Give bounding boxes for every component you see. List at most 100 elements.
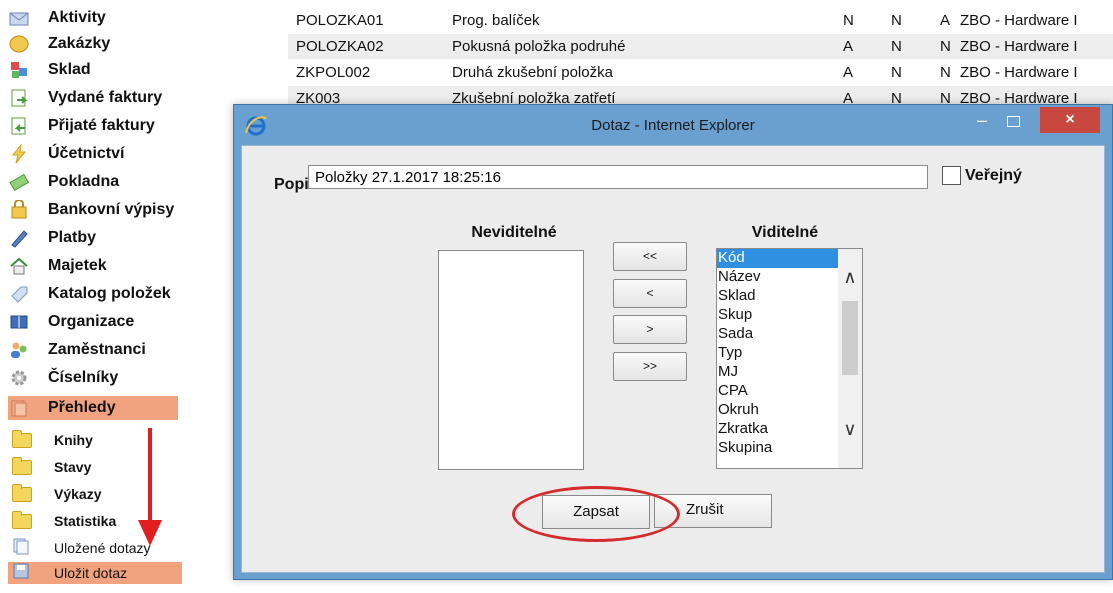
envelope-icon — [8, 7, 30, 29]
sub-item-label: Statistika — [54, 513, 117, 529]
nav-item-label: Organizace — [48, 313, 135, 330]
cell-flag: N — [843, 12, 854, 29]
nav-item-bankovni-vypisy[interactable]: Bankovní výpisy — [8, 198, 180, 222]
cell-flag: N — [940, 38, 951, 55]
nav-item-sklad[interactable]: Sklad — [8, 58, 180, 82]
move-left-button[interactable]: < — [613, 279, 687, 308]
cell-flag: A — [843, 38, 854, 55]
visible-columns-title: Viditelné — [751, 224, 819, 241]
list-item[interactable]: Kód — [717, 249, 838, 268]
sub-item-ulozene-dotazy[interactable]: Uložené dotazy — [12, 537, 151, 560]
nav-item-prehledy[interactable]: Přehledy — [8, 396, 178, 420]
visible-columns-list[interactable]: Kód Název Sklad Skup Sada Typ MJ CPA Okr… — [716, 248, 863, 469]
nav-item-label: Majetek — [48, 257, 107, 274]
cell-flag: A — [843, 64, 854, 81]
table-row[interactable]: POLOZKA02 Pokusná položka podruhé A N N … — [288, 34, 1113, 59]
annotation-arrow — [148, 428, 152, 526]
move-all-left-button[interactable]: << — [613, 242, 687, 271]
saved-queries-icon — [12, 537, 30, 560]
sub-item-statistika[interactable]: Statistika — [12, 510, 116, 532]
nav-item-label: Zaměstnanci — [48, 341, 146, 358]
maximize-button[interactable] — [1002, 111, 1024, 133]
public-label: Veřejný — [965, 167, 1022, 184]
annotation-arrow-head — [138, 520, 162, 546]
scrollbar-thumb[interactable] — [842, 301, 858, 375]
invisible-columns-list[interactable] — [438, 250, 584, 470]
cash-icon — [8, 171, 30, 193]
chevron-up-icon[interactable]: ∧ — [841, 267, 859, 287]
popis-input[interactable] — [308, 165, 928, 189]
nav-item-organizace[interactable]: Organizace — [8, 310, 180, 334]
nav-item-ciselniky[interactable]: Číselníky — [8, 366, 180, 390]
house-icon — [8, 255, 30, 277]
cell-flag: A — [940, 12, 951, 29]
cell-name: Pokusná položka podruhé — [452, 38, 626, 55]
nav-item-label: Platby — [48, 229, 97, 246]
cancel-label: Zrušit — [686, 501, 724, 518]
nav-item-zakazky[interactable]: Zakázky — [8, 32, 180, 56]
folder-icon — [12, 483, 32, 502]
sub-item-label: Uložené dotazy — [54, 540, 151, 556]
cell-code: POLOZKA01 — [296, 12, 384, 29]
folder-icon — [12, 510, 32, 529]
cell-group: ZBO - Hardware I — [960, 64, 1078, 81]
nav-item-vydane-faktury[interactable]: Vydané faktury — [8, 86, 180, 110]
nav-item-label: Přijaté faktury — [48, 117, 155, 134]
tag-icon — [8, 283, 30, 305]
cell-name: Druhá zkušební položka — [452, 64, 613, 81]
move-all-right-button[interactable]: >> — [613, 352, 687, 381]
cell-flag: N — [891, 64, 902, 81]
list-scrollbar[interactable]: ∧ ∨ — [838, 249, 862, 468]
public-checkbox[interactable] — [942, 166, 961, 185]
table-row[interactable]: POLOZKA01 Prog. balíček N N A ZBO - Hard… — [288, 8, 1113, 33]
sub-item-label: Výkazy — [54, 486, 102, 502]
sub-item-label: Stavy — [54, 459, 92, 475]
cell-flag: N — [891, 12, 902, 29]
chevron-down-icon[interactable]: ∨ — [841, 419, 859, 439]
cell-name: Prog. balíček — [452, 12, 540, 29]
invoice-out-icon — [8, 87, 30, 109]
nav-item-label: Přehledy — [48, 399, 116, 416]
query-dialog: Dotaz - Internet Explorer – × Popis: Veř… — [233, 104, 1113, 580]
nav-item-platby[interactable]: Platby — [8, 226, 180, 250]
nav-item-pokladna[interactable]: Pokladna — [8, 170, 180, 194]
nav-item-majetek[interactable]: Majetek — [8, 254, 180, 278]
nav-item-katalog-polozek[interactable]: Katalog položek — [8, 282, 180, 306]
nav-item-label: Katalog položek — [48, 285, 171, 302]
cell-code: POLOZKA02 — [296, 38, 384, 55]
maximize-icon — [1007, 116, 1020, 127]
sub-item-stavy[interactable]: Stavy — [12, 456, 91, 478]
sub-item-label: Knihy — [54, 432, 93, 448]
pen-icon — [8, 227, 30, 249]
nav-item-ucetnictvi[interactable]: Účetnictví — [8, 142, 180, 166]
sub-item-vykazy[interactable]: Výkazy — [12, 483, 101, 505]
navigation-panel: Aktivity Zakázky Sklad Vydané faktury Př… — [0, 0, 210, 593]
book-icon — [8, 311, 30, 333]
coins-icon — [8, 33, 30, 55]
sub-item-ulozit-dotaz[interactable]: Uložit dotaz — [8, 562, 182, 584]
nav-item-label: Aktivity — [48, 9, 106, 26]
sub-item-knihy[interactable]: Knihy — [12, 429, 93, 451]
nav-item-zamestnanci[interactable]: Zaměstnanci — [8, 338, 180, 362]
table-row[interactable]: ZKPOL002 Druhá zkušební položka A N N ZB… — [288, 60, 1113, 85]
gear-icon — [8, 367, 30, 389]
nav-item-label: Pokladna — [48, 173, 120, 190]
safe-icon — [8, 199, 30, 221]
dialog-titlebar[interactable]: Dotaz - Internet Explorer – × — [234, 105, 1112, 145]
boxes-icon — [8, 59, 30, 81]
nav-item-prijate-faktury[interactable]: Přijaté faktury — [8, 114, 180, 138]
folder-icon — [8, 397, 30, 419]
nav-item-aktivity[interactable]: Aktivity — [8, 6, 180, 30]
close-button[interactable]: × — [1040, 107, 1100, 133]
cell-flag: N — [940, 64, 951, 81]
minimize-button[interactable]: – — [971, 111, 993, 133]
annotation-ellipse — [512, 486, 680, 542]
nav-item-label: Účetnictví — [48, 145, 125, 162]
folder-icon — [12, 456, 32, 475]
sub-item-label: Uložit dotaz — [54, 565, 128, 581]
invoice-in-icon — [8, 115, 30, 137]
cell-group: ZBO - Hardware I — [960, 12, 1078, 29]
move-right-button[interactable]: > — [613, 315, 687, 344]
nav-item-label: Sklad — [48, 61, 91, 78]
nav-item-label: Bankovní výpisy — [48, 201, 175, 218]
